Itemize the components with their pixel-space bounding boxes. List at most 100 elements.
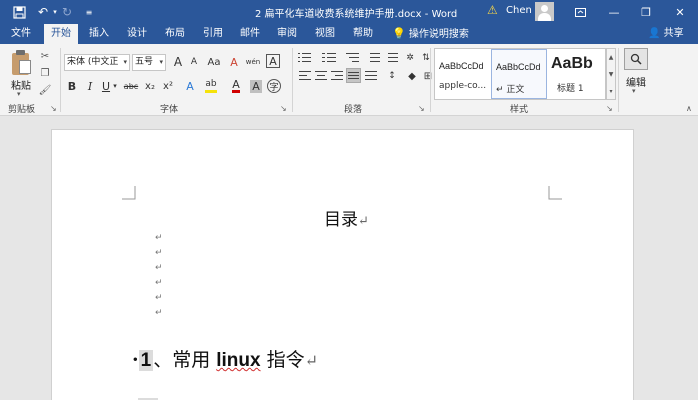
superscript-button[interactable]: x²	[160, 78, 176, 94]
paste-button-label[interactable]: 粘贴	[11, 77, 31, 92]
bullets-icon[interactable]	[298, 50, 313, 65]
multilevel-list-icon[interactable]	[346, 50, 361, 65]
collapse-ribbon-icon[interactable]: ∧	[686, 104, 692, 113]
tab-home[interactable]: 开始	[44, 24, 78, 44]
document-area: 目录↵ ↵ ↵ ↵ ↵ ↵ ↵ · 1 、常用 linux 指令↵	[0, 117, 698, 400]
warning-icon[interactable]: ⚠	[487, 3, 498, 17]
font-name-combo[interactable]: 宋体 (中文正 ▾	[64, 54, 130, 71]
character-shading-button[interactable]: A	[248, 78, 264, 94]
subscript-button[interactable]: x₂	[142, 78, 158, 94]
editing-dropdown-icon[interactable]: ▾	[632, 87, 636, 95]
ribbon-display-options-icon[interactable]	[562, 0, 598, 24]
strikethrough-button[interactable]: abc	[122, 78, 140, 94]
font-size-combo[interactable]: 五号 ▾	[132, 54, 166, 71]
italic-button[interactable]: I	[82, 78, 98, 94]
avatar[interactable]	[535, 2, 554, 21]
tab-file[interactable]: 文件	[6, 24, 36, 44]
heading-text: 、常用	[153, 349, 217, 371]
close-button[interactable]: ✕	[662, 0, 698, 24]
clipboard-launcher-icon[interactable]: ↘	[50, 104, 57, 113]
tab-references[interactable]: 引用	[198, 24, 228, 44]
shrink-font-button[interactable]: A	[186, 54, 202, 70]
shading-icon[interactable]: ◆	[404, 68, 420, 84]
share-label: 共享	[663, 28, 684, 39]
tell-me-search[interactable]: 💡 操作说明搜索	[392, 24, 469, 44]
style-apple-converted[interactable]: AaBbCcDd apple-co...	[435, 49, 491, 99]
margin-corner-top-right	[548, 186, 562, 200]
paragraph-mark: ↵	[304, 351, 319, 370]
paragraph-mark: ↵	[155, 233, 163, 243]
tab-mailings[interactable]: 邮件	[235, 24, 265, 44]
change-case-button[interactable]: Aa	[204, 54, 224, 70]
text-effects-button[interactable]: A	[182, 78, 198, 94]
align-center-icon[interactable]	[314, 68, 329, 83]
phonetic-guide-button[interactable]: wén	[244, 54, 262, 70]
numbering-icon[interactable]	[322, 50, 337, 65]
tell-me-label: 操作说明搜索	[408, 29, 469, 40]
bold-button[interactable]: B	[64, 78, 80, 94]
highlight-button[interactable]: ab	[202, 78, 220, 94]
heading-1-paragraph[interactable]: · 1 、常用 linux 指令↵	[132, 345, 318, 372]
cut-icon[interactable]: ✂	[38, 49, 52, 63]
clear-formatting-button[interactable]: A	[226, 54, 242, 70]
save-icon[interactable]	[10, 3, 28, 21]
styles-group-label: 样式	[510, 105, 529, 115]
group-separator	[430, 48, 431, 112]
font-color-label: A	[232, 78, 240, 93]
tab-review[interactable]: 审阅	[272, 24, 302, 44]
redo-icon[interactable]: ↻	[58, 3, 76, 21]
line-spacing-icon[interactable]: ↕	[384, 68, 400, 84]
restore-button[interactable]: ❐	[628, 0, 664, 24]
style-heading-1[interactable]: AaBb 标题 1	[547, 49, 605, 99]
group-separator	[60, 48, 61, 112]
document-page[interactable]: 目录↵ ↵ ↵ ↵ ↵ ↵ ↵ · 1 、常用 linux 指令↵	[51, 129, 634, 400]
grow-font-button[interactable]: A	[170, 54, 186, 70]
align-left-icon[interactable]	[298, 68, 313, 83]
font-group-label: 字体	[160, 105, 179, 115]
distributed-icon[interactable]	[364, 68, 379, 83]
font-name-value: 宋体 (中文正	[67, 57, 119, 67]
heading-number: 1	[138, 350, 154, 371]
window-title: 2 扁平化车道收费系统维护手册.docx - Word	[255, 9, 458, 20]
heading-bullet: ·	[132, 349, 139, 371]
editing-button[interactable]	[624, 48, 648, 70]
paragraph-group-label: 段落	[344, 105, 363, 115]
tab-layout[interactable]: 布局	[160, 24, 190, 44]
font-launcher-icon[interactable]: ↘	[280, 104, 287, 113]
tab-view[interactable]: 视图	[310, 24, 340, 44]
decrease-indent-icon[interactable]	[366, 50, 381, 65]
format-painter-icon[interactable]: 🖌	[38, 83, 52, 97]
paragraph-mark: ↵	[155, 278, 163, 288]
copy-icon[interactable]: ❐	[38, 66, 52, 80]
style-name: 标题 1	[557, 84, 584, 94]
font-color-button[interactable]: A	[228, 78, 244, 94]
group-separator	[292, 48, 293, 112]
toc-title[interactable]: 目录↵	[324, 205, 369, 230]
chinese-layout-icon[interactable]: ✲	[402, 50, 418, 66]
paragraph-launcher-icon[interactable]: ↘	[418, 104, 425, 113]
user-name[interactable]: Chen	[506, 5, 532, 16]
share-button[interactable]: 👤 共享	[648, 24, 684, 44]
tab-help[interactable]: 帮助	[348, 24, 378, 44]
paste-icon[interactable]	[10, 50, 32, 76]
style-name: apple-co...	[439, 81, 487, 91]
chevron-down-icon: ▾	[159, 58, 163, 66]
tab-design[interactable]: 设计	[122, 24, 152, 44]
minimize-button[interactable]: —	[596, 0, 632, 24]
tab-insert[interactable]: 插入	[84, 24, 114, 44]
increase-indent-icon[interactable]	[384, 50, 399, 65]
underline-dropdown-icon[interactable]: ▾	[111, 78, 119, 94]
styles-launcher-icon[interactable]: ↘	[606, 104, 613, 113]
sort-icon[interactable]: ⇅	[418, 50, 434, 66]
paragraph-mark: ↵	[155, 263, 163, 273]
title-bar: ↶ ▾ ↻ ≡ 2 扁平化车道收费系统维护手册.docx - Word ⚠ Ch…	[0, 0, 698, 24]
enclose-characters-button[interactable]: 字	[266, 78, 282, 94]
character-border-button[interactable]: A	[266, 54, 280, 68]
styles-scroll[interactable]: ▲ ▼ ▾	[606, 48, 616, 100]
character-shading-label: A	[250, 79, 262, 93]
align-right-icon[interactable]	[330, 68, 345, 83]
paste-dropdown-icon[interactable]: ▾	[17, 90, 21, 98]
customize-quick-access-icon[interactable]: ≡	[80, 3, 98, 21]
style-normal[interactable]: AaBbCcDd ↵ 正文	[491, 49, 547, 99]
justify-icon[interactable]	[346, 68, 361, 83]
